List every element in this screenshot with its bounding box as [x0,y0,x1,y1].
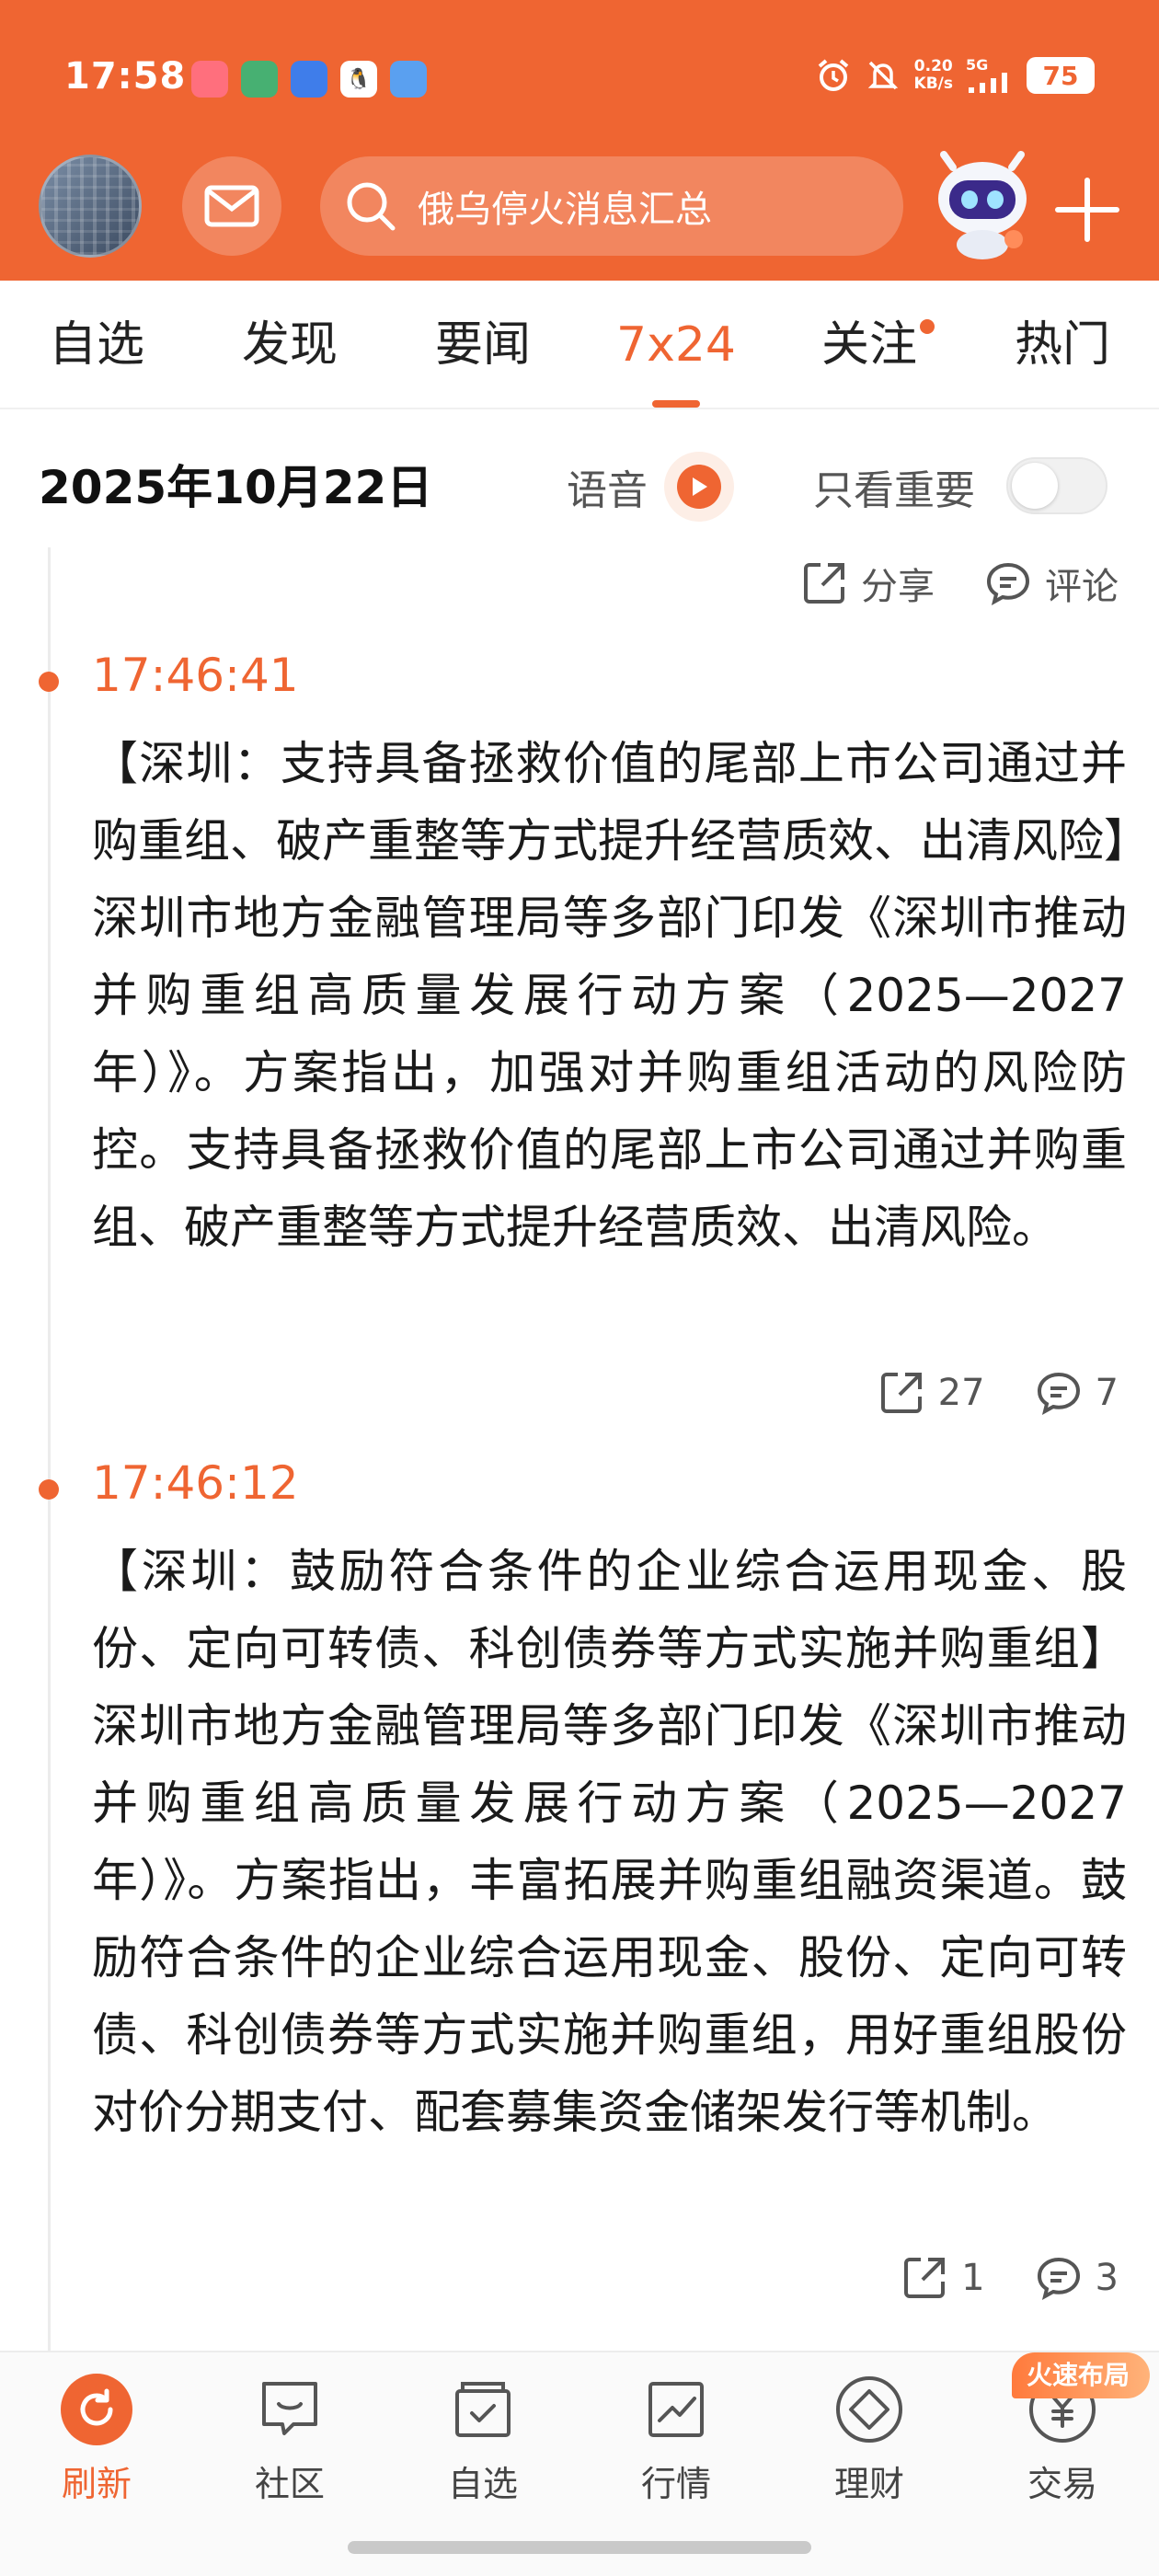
comment-count: 7 [1095,1372,1119,1414]
battery-indicator: 75 [1027,57,1095,94]
app-notification-icon [291,61,327,98]
tab-7x24[interactable]: 7x24 [580,281,773,408]
add-button[interactable] [1052,175,1122,245]
search-placeholder: 俄乌停火消息汇总 [418,189,712,231]
nav-market-label: 行情 [640,2464,711,2504]
important-only-toggle[interactable] [1006,457,1107,514]
promo-badge[interactable]: 火速布局 [1012,2352,1150,2398]
diamond-icon [832,2373,906,2446]
share-label: 分享 [861,566,935,608]
timeline-dot [39,1479,59,1500]
alarm-icon [815,57,852,94]
news-actions: 1 3 [851,2254,1119,2302]
nav-market[interactable]: 行情 [580,2373,773,2506]
news-time: 17:46:12 [92,1456,299,1510]
timeline-line [48,547,51,2351]
notification-icons: 🐧 [191,61,427,98]
share-icon [804,563,844,604]
tab-headlines[interactable]: 要闻 [386,281,580,408]
nav-wealth-label: 理财 [833,2464,904,2504]
share-count: 1 [961,2257,985,2299]
mail-button[interactable] [182,156,281,256]
nav-watchlist-label: 自选 [447,2464,518,2504]
status-time: 17:58 [64,55,187,98]
comment-icon [1037,2257,1080,2300]
share-icon [904,2258,946,2298]
network-speed: 0.20 KB/s [913,57,953,93]
nav-trade-label: 交易 [1027,2464,1097,2504]
share-icon [880,1373,922,1413]
comment-button[interactable]: 7 [1035,1369,1119,1417]
nav-community[interactable]: 社区 [193,2373,386,2506]
voice-play-button[interactable] [664,452,734,522]
tab-following-label: 关注 [820,317,917,373]
news-actions: 27 7 [828,1369,1119,1417]
nav-refresh-label: 刷新 [61,2464,132,2504]
mute-icon [865,57,901,94]
qq-icon: 🐧 [340,61,377,98]
comment-button[interactable]: 3 [1035,2254,1119,2302]
assistant-robot-icon[interactable] [925,147,1039,261]
date-filter-row: 2025年10月22日 语音 只看重要 [0,409,1159,547]
search-input[interactable]: 俄乌停火消息汇总 [320,156,903,256]
news-body[interactable]: 【深圳：支持具备拯救价值的尾部上市公司通过并购重组、破产重整等方式提升经营质效、… [92,725,1127,1266]
share-button[interactable]: 分享 [800,557,935,610]
timeline-dot [39,672,59,692]
signal-icon: 5G [966,57,1014,94]
avatar[interactable] [39,155,142,258]
news-body[interactable]: 【深圳：鼓励符合条件的企业综合运用现金、股份、定向可转债、科创债券等方式实施并购… [92,1533,1127,2151]
search-icon [347,182,396,231]
tab-following[interactable]: 关注 [773,281,966,408]
comment-button[interactable]: 评论 [984,557,1119,610]
app-notification-icon [191,61,228,98]
share-count: 27 [937,1372,985,1414]
top-toolbar: 俄乌停火消息汇总 [0,151,1159,265]
app-notification-icon [241,61,278,98]
tab-hot[interactable]: 热门 [966,281,1159,408]
feed-date: 2025年10月22日 [39,461,433,514]
nav-community-label: 社区 [254,2464,325,2504]
play-icon [693,477,707,496]
status-bar: 17:58 🐧 0.20 KB/s 5G 75 [0,44,1159,118]
nav-watchlist[interactable]: 自选 [386,2373,580,2506]
plus-icon [1055,178,1119,242]
nav-wealth[interactable]: 理财 [773,2373,966,2506]
chart-icon [639,2373,713,2446]
comment-icon [986,562,1030,605]
share-button[interactable]: 1 [901,2254,985,2302]
checkbox-bag-icon [446,2373,520,2446]
share-button[interactable]: 27 [878,1369,985,1417]
mail-icon [204,185,259,227]
comment-label: 评论 [1045,566,1119,608]
important-only-label: 只看重要 [813,467,975,514]
comment-count: 3 [1095,2257,1119,2299]
app-notification-icon [390,61,427,98]
home-indicator[interactable] [348,2541,811,2554]
tab-zixuan[interactable]: 自选 [0,281,193,408]
news-time: 17:46:41 [92,649,299,702]
unread-dot [920,319,935,334]
app-header: 17:58 🐧 0.20 KB/s 5G 75 俄乌停火消息汇总 [0,0,1159,281]
chat-bubble-icon [253,2373,327,2446]
voice-label[interactable]: 语音 [567,457,648,516]
status-indicators: 0.20 KB/s 5G 75 [815,57,1095,94]
refresh-icon [61,2374,132,2445]
previous-item-actions: 分享 评论 [751,557,1119,610]
news-feed: 分享 评论 17:46:41 【深圳：支持具备拯救价值的尾部上市公司通过并购重组… [0,547,1159,2351]
comment-icon [1037,1372,1080,1415]
channel-tabs: 自选 发现 要闻 7x24 关注 热门 [0,281,1159,409]
nav-refresh[interactable]: 刷新 [0,2373,193,2506]
tab-discover[interactable]: 发现 [193,281,386,408]
